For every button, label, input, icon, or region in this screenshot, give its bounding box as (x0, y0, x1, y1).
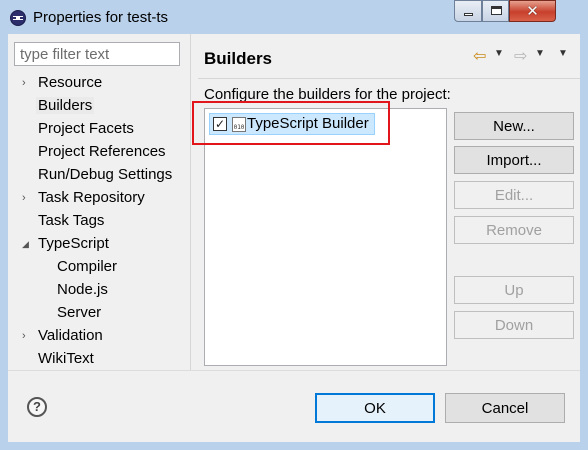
new-button[interactable]: New... (454, 112, 574, 140)
tree-item-project-references[interactable]: Project References (36, 141, 168, 163)
edit-button[interactable]: Edit... (454, 181, 574, 209)
back-arrow-icon[interactable]: ⇦ (473, 46, 486, 66)
tree-item-run-debug-settings[interactable]: Run/Debug Settings (36, 164, 174, 186)
builder-binary-icon: 010 (232, 117, 246, 132)
tree-item-label: WikiText (38, 350, 94, 367)
tree-item-label: Node.js (57, 281, 108, 298)
tree-item-task-repository[interactable]: › Task Repository (22, 187, 147, 209)
tree-item-typescript[interactable]: ◢ TypeScript (22, 233, 111, 255)
minimize-button[interactable] (454, 0, 482, 22)
tree-item-validation[interactable]: › Validation (22, 325, 105, 347)
tree-item-resource[interactable]: › Resource (22, 72, 104, 94)
maximize-button[interactable] (482, 0, 509, 22)
builders-list[interactable]: ✓ 010 TypeScript Builder (204, 108, 447, 366)
forward-dropdown-icon[interactable]: ▼ (535, 48, 545, 59)
tree-item-task-tags[interactable]: Task Tags (36, 210, 106, 232)
chevron-right-icon[interactable]: › (22, 187, 32, 209)
tree-item-builders[interactable]: Builders (36, 95, 95, 117)
dialog-button-bar: ? OK Cancel (8, 370, 580, 442)
page-description: Configure the builders for the project: (204, 86, 451, 103)
eclipse-app-icon (10, 10, 26, 26)
minimize-icon (464, 13, 473, 16)
tree-item-label: Run/Debug Settings (38, 166, 173, 183)
tree-item-project-facets[interactable]: Project Facets (36, 118, 136, 140)
tree-item-compiler[interactable]: Compiler (55, 256, 119, 278)
close-icon: ✕ (526, 3, 539, 20)
builder-enabled-checkbox[interactable]: ✓ (213, 117, 227, 131)
title-bar[interactable]: Properties for test-ts ✕ (0, 0, 588, 34)
tree-item-label: Project Facets (38, 120, 134, 137)
tree-item-label: Project References (38, 143, 166, 160)
chevron-right-icon[interactable]: › (22, 72, 32, 94)
tree-item-label: Compiler (57, 258, 118, 275)
help-icon[interactable]: ? (27, 397, 47, 417)
tree-item-label: Builders (36, 97, 95, 114)
builder-row-typescript[interactable]: ✓ 010 TypeScript Builder (209, 113, 375, 135)
back-dropdown-icon[interactable]: ▼ (494, 48, 504, 59)
title-separator (198, 78, 580, 79)
cancel-button[interactable]: Cancel (445, 393, 565, 423)
sash-divider[interactable] (190, 34, 191, 370)
maximize-icon (491, 6, 502, 15)
filter-input[interactable] (14, 42, 180, 66)
tree-item-label: Server (57, 304, 102, 321)
tree-item-label: Resource (38, 74, 103, 91)
chevron-down-icon[interactable]: ◢ (22, 233, 32, 255)
up-button[interactable]: Up (454, 276, 574, 304)
tree-item-server[interactable]: Server (55, 302, 103, 324)
down-button[interactable]: Down (454, 311, 574, 339)
import-button[interactable]: Import... (454, 146, 574, 174)
forward-arrow-icon: ⇨ (514, 48, 528, 65)
page-title: Builders (204, 49, 273, 68)
window-title: Properties for test-ts (33, 9, 169, 26)
dialog-content: › Resource Builders Project Facets Proje… (8, 34, 580, 370)
remove-button[interactable]: Remove (454, 216, 574, 244)
ok-button[interactable]: OK (315, 393, 435, 423)
builder-name: TypeScript Builder (247, 115, 369, 132)
tree-item-wikitext[interactable]: WikiText (36, 348, 96, 370)
tree-item-label: Validation (38, 327, 103, 344)
chevron-right-icon[interactable]: › (22, 325, 32, 347)
properties-dialog: Properties for test-ts ✕ › Resource Buil… (0, 0, 588, 450)
tree-item-label: TypeScript (38, 235, 109, 252)
view-menu-icon[interactable]: ▼ (558, 48, 568, 59)
close-button[interactable]: ✕ (509, 0, 556, 22)
tree-item-nodejs[interactable]: Node.js (55, 279, 110, 301)
tree-item-label: Task Repository (38, 189, 145, 206)
tree-item-label: Task Tags (38, 212, 105, 229)
